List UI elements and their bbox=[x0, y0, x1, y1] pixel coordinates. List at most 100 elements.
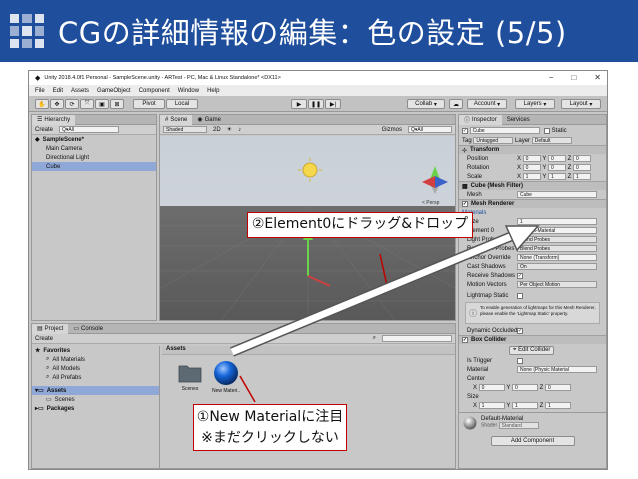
local-toggle[interactable]: Local bbox=[166, 99, 198, 109]
scale-z[interactable]: 1 bbox=[573, 173, 592, 180]
asset-new-material[interactable]: New Materi.. bbox=[209, 360, 243, 394]
packages-folder-item[interactable]: ▸▭ Packages bbox=[32, 404, 159, 413]
project-create-button[interactable]: Create bbox=[35, 336, 53, 342]
tab-services[interactable]: Services bbox=[502, 115, 535, 125]
pause-button[interactable]: ❚❚ bbox=[308, 99, 324, 109]
materials-foldout[interactable]: Materials bbox=[459, 208, 606, 217]
scene-search-input[interactable]: Q▾All bbox=[408, 126, 452, 133]
tab-project[interactable]: ▤ Project bbox=[32, 324, 69, 334]
tab-console[interactable]: ▭ Console bbox=[68, 324, 108, 334]
edit-collider-button[interactable]: ⌖ Edit Collider bbox=[509, 345, 555, 355]
scale-tool-button[interactable]: ⤧ bbox=[80, 99, 94, 109]
cast-shadows-dropdown[interactable]: On bbox=[517, 263, 597, 270]
transform-tool-button[interactable]: ⊠ bbox=[110, 99, 124, 109]
fav-all-materials[interactable]: ⌕ All Materials bbox=[32, 355, 159, 364]
mesh-filter-header[interactable]: ▦ Cube (Mesh Filter) bbox=[459, 181, 606, 190]
cloud-button[interactable]: ☁ bbox=[449, 99, 463, 109]
box-collider-header[interactable]: ✓ Box Collider bbox=[459, 335, 606, 344]
play-button[interactable]: ▶ bbox=[291, 99, 307, 109]
fav-all-models[interactable]: ⌕ All Models bbox=[32, 364, 159, 373]
scale-y[interactable]: 1 bbox=[548, 173, 567, 180]
persp-label[interactable]: < Persp bbox=[422, 200, 439, 206]
is-trigger-checkbox[interactable] bbox=[517, 357, 523, 364]
size-x[interactable]: 1 bbox=[478, 402, 505, 409]
rotate-tool-button[interactable]: ⟳ bbox=[65, 99, 79, 109]
maximize-button[interactable]: □ bbox=[571, 73, 576, 82]
lightmap-static-checkbox[interactable] bbox=[517, 292, 523, 299]
center-z[interactable]: 0 bbox=[545, 384, 572, 391]
tree-item-directional-light[interactable]: Directional Light bbox=[32, 153, 156, 162]
position-y[interactable]: 0 bbox=[548, 155, 567, 162]
menu-window[interactable]: Window bbox=[178, 88, 199, 94]
tab-scene[interactable]: # Scene bbox=[160, 115, 193, 125]
light-probes-dropdown[interactable]: Blend Probes bbox=[517, 236, 597, 243]
position-x[interactable]: 0 bbox=[522, 155, 541, 162]
account-dropdown[interactable]: Account ▾ bbox=[467, 99, 507, 109]
materials-size-field[interactable]: 1 bbox=[517, 218, 597, 225]
tab-inspector[interactable]: ⓘ Inspector bbox=[459, 115, 502, 125]
object-name-field[interactable]: Cube bbox=[469, 127, 540, 134]
step-button[interactable]: ▶| bbox=[325, 99, 341, 109]
menu-gameobject[interactable]: GameObject bbox=[97, 88, 131, 94]
scenes-folder-item[interactable]: ▭ Scenes bbox=[32, 395, 159, 404]
motion-vectors-dropdown[interactable]: Per Object Motion bbox=[517, 281, 597, 288]
mesh-field[interactable]: Cube bbox=[517, 191, 597, 198]
renderer-checkbox[interactable]: ✓ bbox=[462, 201, 468, 207]
menu-component[interactable]: Component bbox=[139, 88, 170, 94]
tab-game[interactable]: ◉ Game bbox=[192, 115, 226, 125]
collab-button[interactable]: Collab ▾ bbox=[407, 99, 445, 109]
project-breadcrumb[interactable]: Assets bbox=[162, 346, 455, 355]
element0-field[interactable]: Default-Material bbox=[517, 227, 597, 234]
layers-dropdown[interactable]: Layers ▾ bbox=[515, 99, 555, 109]
reflection-probes-dropdown[interactable]: Blend Probes bbox=[517, 245, 597, 252]
hierarchy-create-button[interactable]: Create bbox=[35, 127, 53, 133]
add-component-button[interactable]: Add Component bbox=[490, 436, 575, 446]
menu-edit[interactable]: Edit bbox=[53, 88, 63, 94]
rect-tool-button[interactable]: ▣ bbox=[95, 99, 109, 109]
scale-x[interactable]: 1 bbox=[522, 173, 541, 180]
size-y[interactable]: 1 bbox=[512, 402, 539, 409]
shading-dropdown[interactable]: Shaded bbox=[163, 126, 207, 133]
anchor-override-field[interactable]: None (Transform) bbox=[517, 254, 597, 261]
mode-2d-toggle[interactable]: 2D bbox=[213, 127, 221, 133]
project-search-icon[interactable]: ⌕ bbox=[373, 335, 376, 342]
menu-assets[interactable]: Assets bbox=[71, 88, 89, 94]
tree-item-main-camera[interactable]: Main Camera bbox=[32, 144, 156, 153]
audio-toggle-icon[interactable]: ♪ bbox=[238, 127, 241, 133]
hand-tool-button[interactable]: ✋ bbox=[35, 99, 49, 109]
minimize-button[interactable]: − bbox=[549, 73, 554, 82]
size-z[interactable]: 1 bbox=[545, 402, 572, 409]
rotation-z[interactable]: 0 bbox=[573, 164, 592, 171]
layer-dropdown[interactable]: Default bbox=[531, 137, 572, 144]
layout-dropdown[interactable]: Layout ▾ bbox=[561, 99, 601, 109]
close-button[interactable]: ✕ bbox=[594, 73, 601, 82]
position-z[interactable]: 0 bbox=[573, 155, 592, 162]
favorites-item[interactable]: ★ Favorites bbox=[32, 346, 159, 355]
menu-file[interactable]: File bbox=[35, 88, 45, 94]
rotation-y[interactable]: 0 bbox=[548, 164, 567, 171]
shader-dropdown[interactable]: Standard bbox=[498, 422, 539, 429]
center-x[interactable]: 0 bbox=[478, 384, 505, 391]
gizmos-dropdown[interactable]: Gizmos bbox=[382, 127, 402, 133]
material-preview-row[interactable]: Default-Material Shader Standard bbox=[459, 412, 606, 432]
tree-item-cube[interactable]: Cube bbox=[32, 162, 156, 171]
asset-scenes-folder[interactable]: Scenes bbox=[175, 362, 205, 392]
light-toggle-icon[interactable]: ☀ bbox=[227, 126, 232, 133]
fav-all-prefabs[interactable]: ⌕ All Prefabs bbox=[32, 373, 159, 382]
tag-dropdown[interactable]: Untagged bbox=[473, 137, 514, 144]
collider-checkbox[interactable]: ✓ bbox=[462, 337, 468, 343]
menu-help[interactable]: Help bbox=[207, 88, 219, 94]
transform-header[interactable]: ⊹ Transform bbox=[459, 145, 606, 154]
dynamic-occluded-checkbox[interactable]: ✓ bbox=[517, 327, 523, 334]
hierarchy-search-input[interactable]: Q▾All bbox=[59, 126, 120, 133]
pivot-toggle[interactable]: Pivot bbox=[133, 99, 165, 109]
tree-item-scene[interactable]: ◆ SampleScene* bbox=[32, 135, 156, 144]
move-tool-button[interactable]: ✥ bbox=[50, 99, 64, 109]
rotation-x[interactable]: 0 bbox=[522, 164, 541, 171]
center-y[interactable]: 0 bbox=[512, 384, 539, 391]
assets-folder-item[interactable]: ▾▭ Assets bbox=[32, 386, 159, 395]
mesh-renderer-header[interactable]: ✓ Mesh Renderer bbox=[459, 199, 606, 208]
tab-hierarchy[interactable]: ☰ Hierarchy bbox=[32, 115, 76, 125]
collider-material-field[interactable]: None (Physic Material bbox=[517, 366, 597, 373]
static-checkbox[interactable] bbox=[543, 127, 550, 134]
